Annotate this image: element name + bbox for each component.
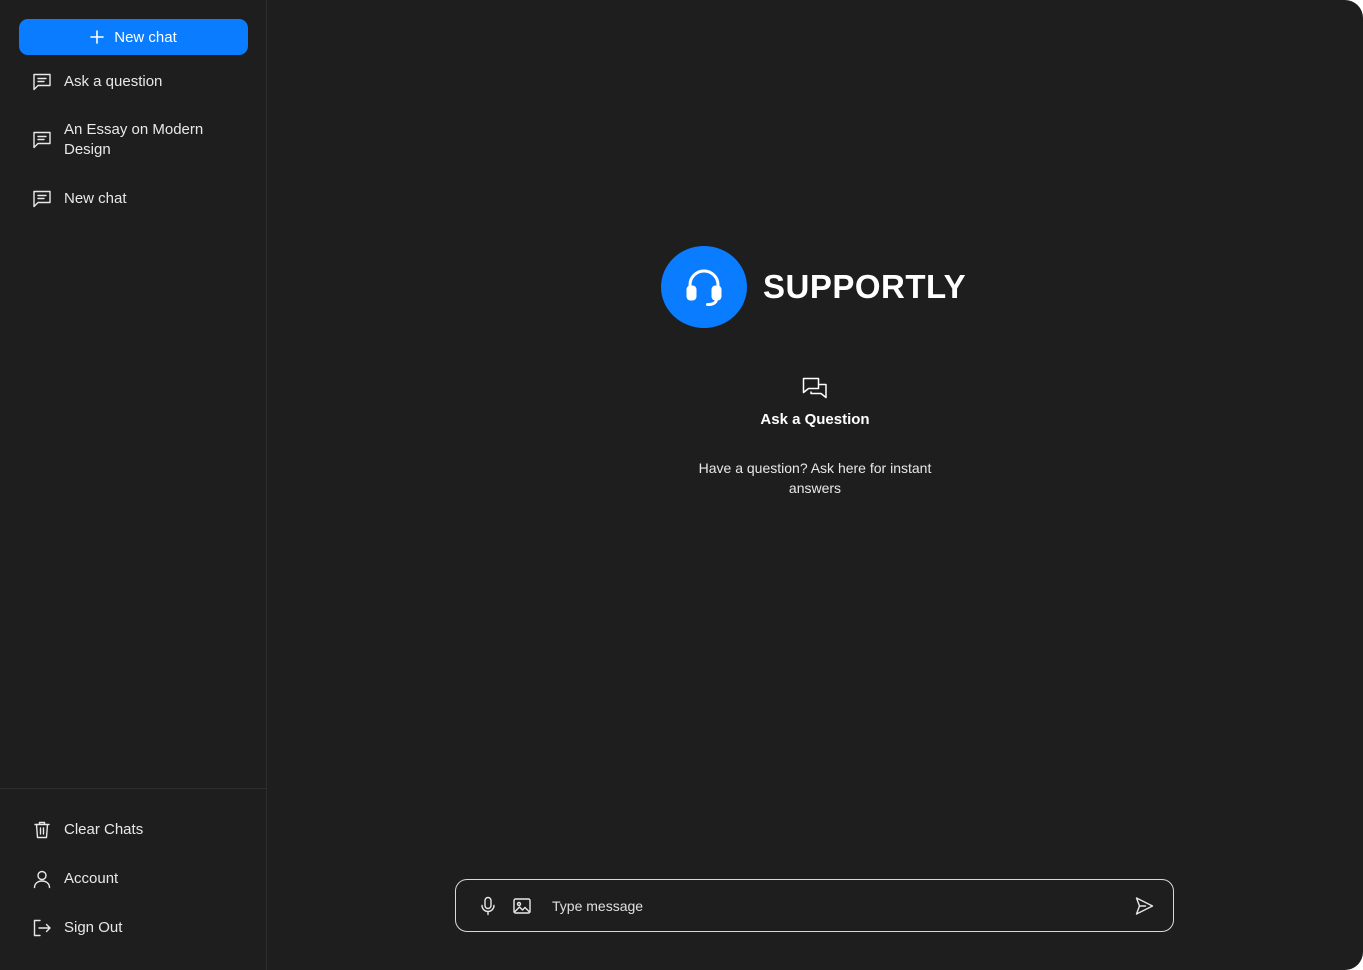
chat-icon: [32, 72, 52, 92]
chat-icon: [32, 130, 52, 150]
sign-out-label: Sign Out: [64, 919, 123, 936]
new-chat-button[interactable]: New chat: [19, 19, 248, 55]
image-icon[interactable]: [512, 896, 532, 916]
clear-chats-label: Clear Chats: [64, 821, 144, 838]
section-description: Have a question? Ask here for instant an…: [698, 460, 932, 496]
account-button[interactable]: Account: [32, 869, 118, 889]
sidebar-item-ask-a-question[interactable]: Ask a question: [32, 72, 252, 92]
microphone-icon[interactable]: [478, 896, 498, 916]
brand-name: SUPPORTLY: [763, 268, 967, 305]
new-chat-label: New chat: [114, 28, 177, 46]
message-input[interactable]: [552, 890, 1133, 921]
sidebar: New chat Ask a question An Essay on Mode…: [0, 0, 267, 970]
sidebar-item-essay-modern-design[interactable]: An Essay on Modern Design: [32, 120, 252, 160]
account-label: Account: [64, 870, 119, 887]
clear-chats-button[interactable]: Clear Chats: [32, 820, 143, 840]
plus-icon: [90, 30, 105, 44]
sidebar-item-new-chat[interactable]: New chat: [32, 189, 252, 209]
message-composer: [455, 879, 1174, 932]
section-title: Ask a Question: [760, 411, 870, 428]
user-icon: [32, 869, 52, 889]
sign-out-button[interactable]: Sign Out: [32, 918, 122, 938]
chat-icon: [32, 189, 52, 209]
chat-bubbles-icon: [802, 376, 828, 402]
sign-out-icon: [32, 918, 52, 938]
sidebar-divider: [0, 788, 267, 789]
send-icon[interactable]: [1133, 895, 1155, 917]
brand: SUPPORTLY: [661, 246, 966, 328]
headset-icon: [661, 246, 747, 328]
sidebar-item-label: New chat: [64, 190, 127, 207]
sidebar-item-label: Ask a question: [64, 73, 163, 90]
app-window: New chat Ask a question An Essay on Mode…: [0, 0, 1363, 970]
trash-icon: [32, 820, 52, 840]
sidebar-item-label: An Essay on Modern Design: [64, 121, 204, 158]
